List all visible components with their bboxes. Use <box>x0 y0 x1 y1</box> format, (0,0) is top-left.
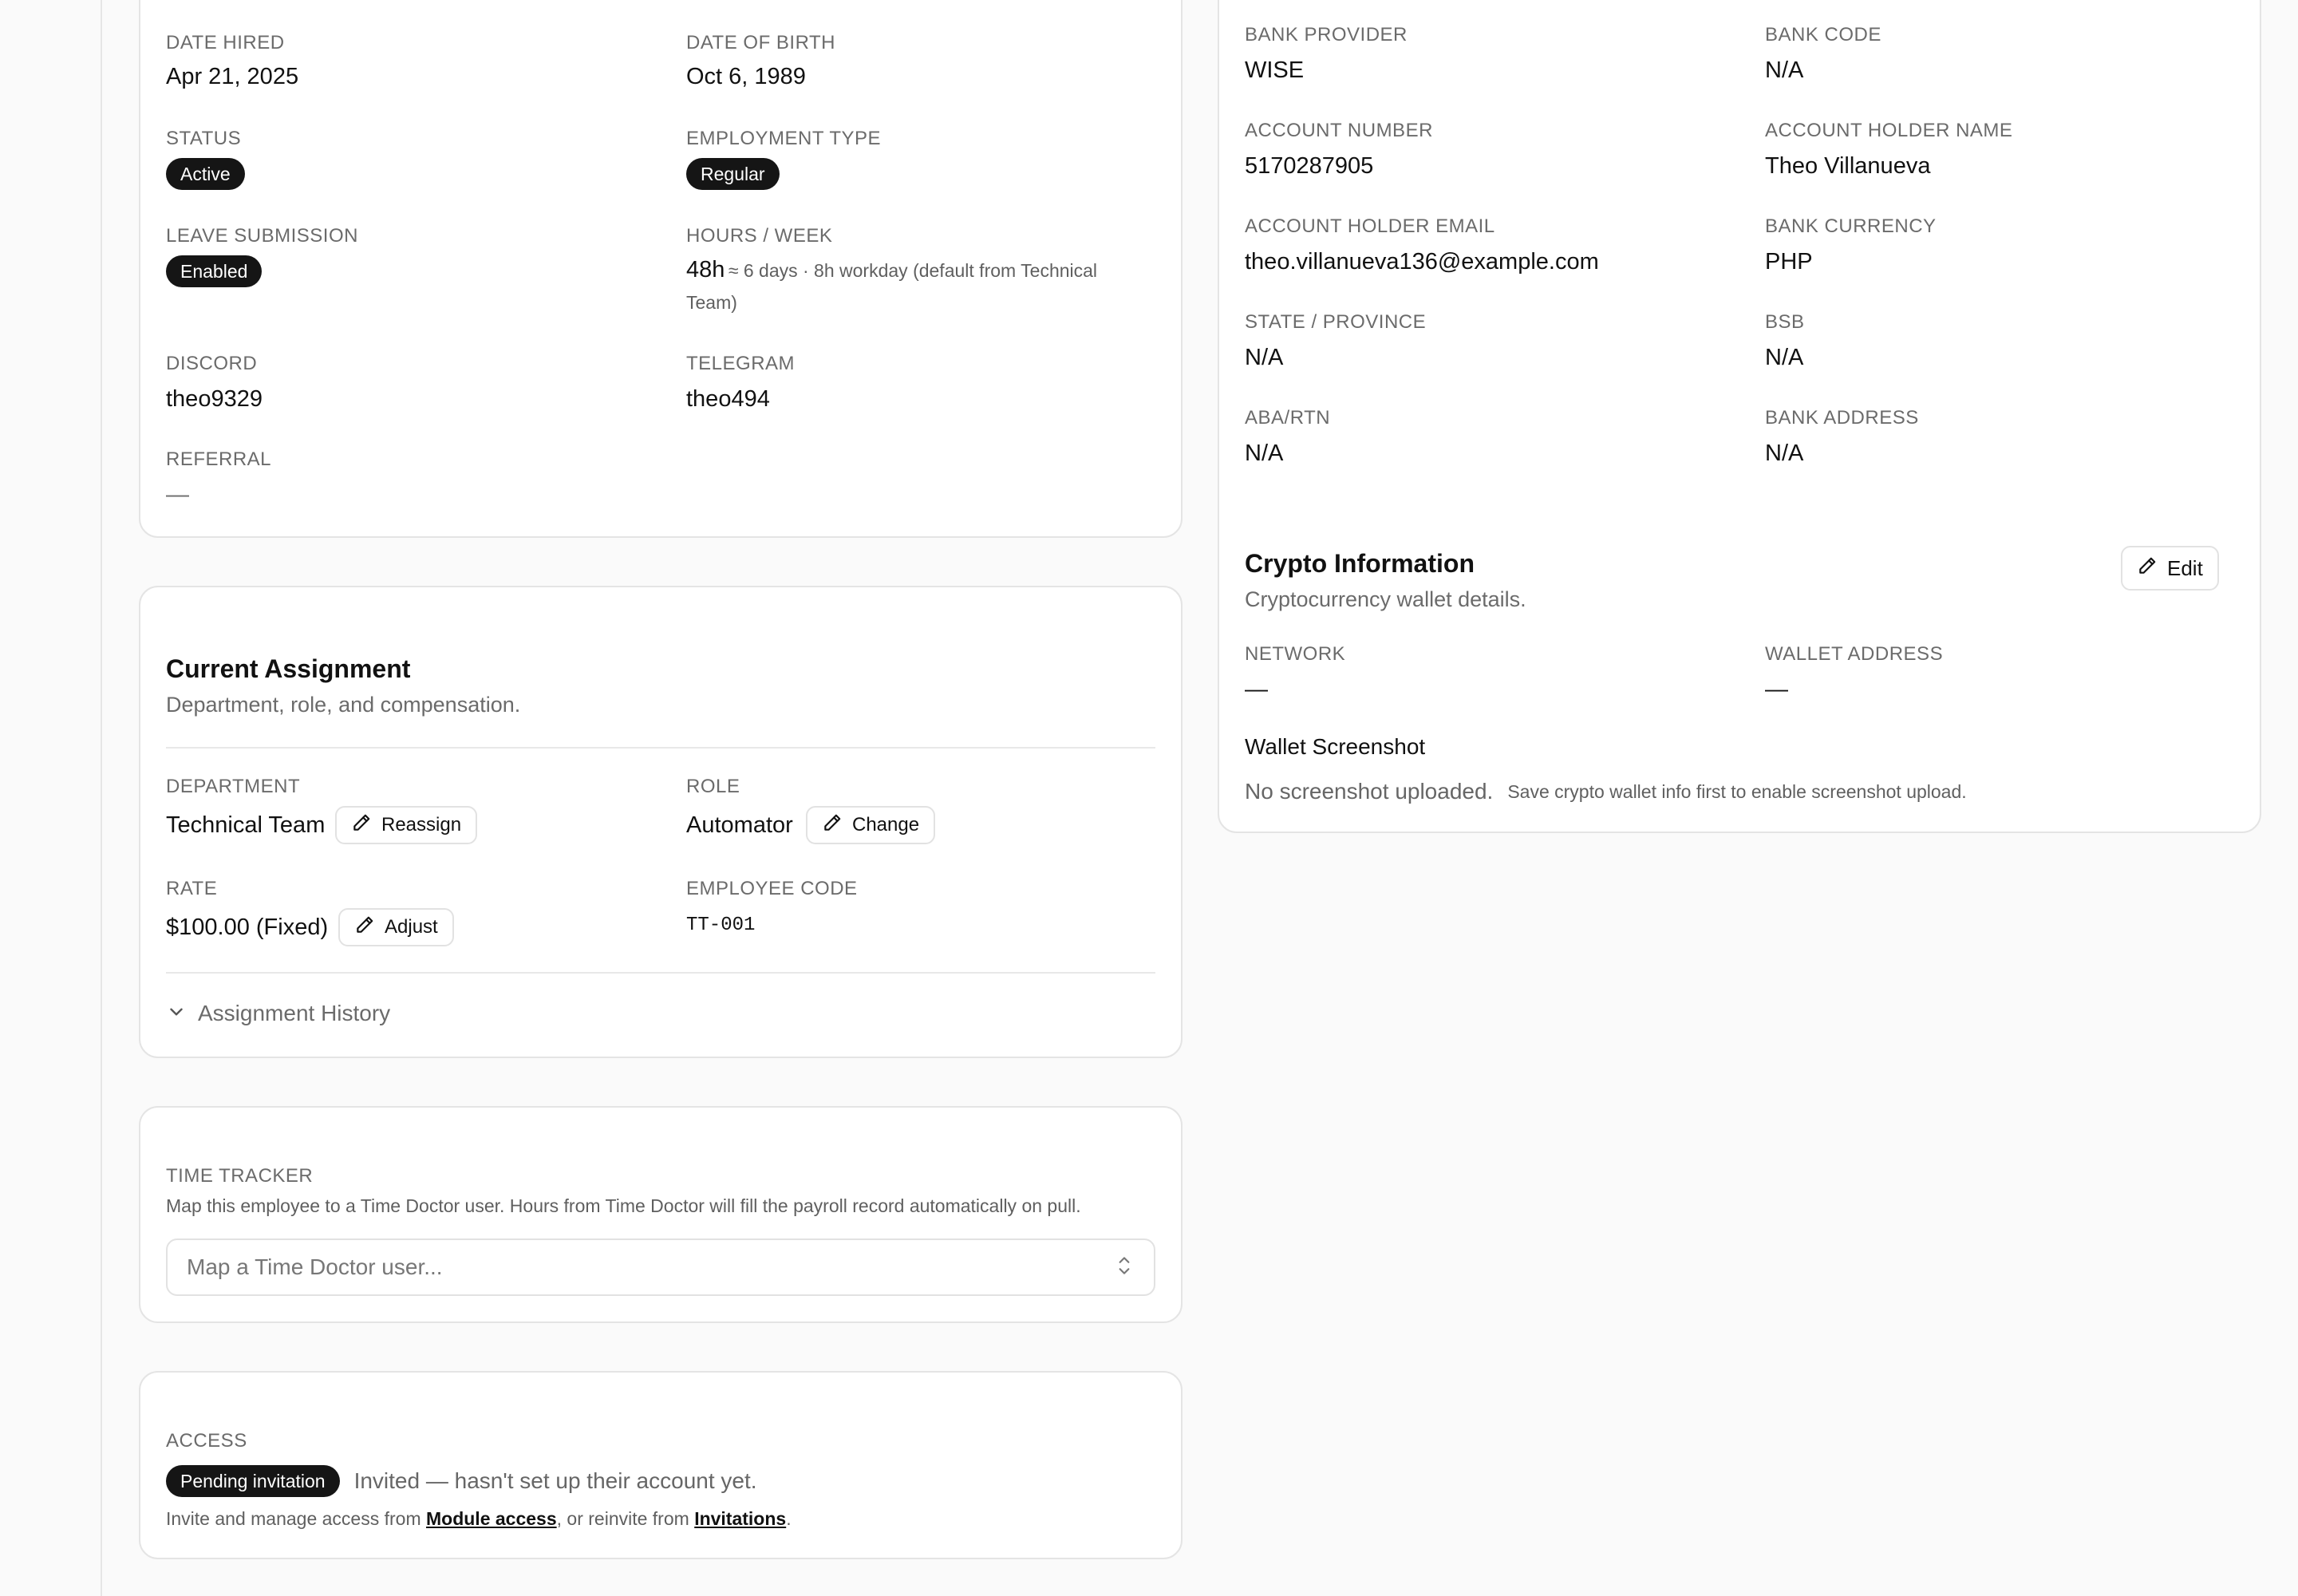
assignment-title: Current Assignment <box>166 654 411 683</box>
bank-address-value: N/A <box>1765 440 1804 466</box>
pencil-icon <box>822 812 843 839</box>
telegram-value: theo494 <box>686 386 770 412</box>
department-value: Technical Team <box>166 812 326 838</box>
account-holder-email-value: theo.villanueva136@example.com <box>1245 249 1599 275</box>
role-label: ROLE <box>686 776 740 797</box>
adjust-label: Adjust <box>385 916 438 938</box>
account-number-value: 5170287905 <box>1245 153 1374 179</box>
rate-value: $100.00 (Fixed) <box>166 915 329 940</box>
leave-submission-label: LEAVE SUBMISSION <box>166 225 358 247</box>
status-badge: Active <box>166 158 245 190</box>
referral-value: — <box>166 482 189 508</box>
access-note-suffix: . <box>786 1508 792 1529</box>
aba-rtn-label: ABA/RTN <box>1245 407 1331 429</box>
access-note: Invite and manage access from Module acc… <box>166 1508 792 1530</box>
employment-type-badge: Regular <box>686 158 780 190</box>
account-holder-name-label: ACCOUNT HOLDER NAME <box>1765 120 2013 141</box>
assignment-subtitle: Department, role, and compensation. <box>166 693 521 717</box>
discord-label: DISCORD <box>166 353 258 374</box>
reassign-button[interactable]: Reassign <box>335 806 478 844</box>
referral-label: REFERRAL <box>166 448 272 470</box>
assignment-divider <box>166 747 1155 749</box>
pending-invitation-badge: Pending invitation <box>166 1465 340 1497</box>
crypto-edit-button[interactable]: Edit <box>2121 546 2219 591</box>
bank-provider-label: BANK PROVIDER <box>1245 24 1408 45</box>
network-label: NETWORK <box>1245 643 1346 665</box>
adjust-rate-button[interactable]: Adjust <box>338 908 454 946</box>
module-access-link[interactable]: Module access <box>426 1508 557 1529</box>
account-holder-email-label: ACCOUNT HOLDER EMAIL <box>1245 215 1495 237</box>
reassign-label: Reassign <box>381 814 462 836</box>
state-province-label: STATE / PROVINCE <box>1245 311 1427 333</box>
date-hired-value: Apr 21, 2025 <box>166 64 299 89</box>
date-hired-label: DATE HIRED <box>166 32 285 53</box>
pencil-icon <box>354 915 375 941</box>
assignment-history-toggle[interactable]: Assignment History <box>166 1001 390 1026</box>
pencil-icon <box>351 812 372 839</box>
crypto-title: Crypto Information <box>1245 549 1475 578</box>
chevron-up-down-icon <box>1114 1254 1135 1282</box>
employment-type-label: EMPLOYMENT TYPE <box>686 128 882 149</box>
bank-currency-value: PHP <box>1765 249 1813 275</box>
change-label: Change <box>852 814 920 836</box>
bsb-label: BSB <box>1765 311 1805 333</box>
rate-label: RATE <box>166 878 218 899</box>
hours-week-label: HOURS / WEEK <box>686 225 833 247</box>
assignment-history-label: Assignment History <box>198 1001 391 1025</box>
hours-week-value: 48h <box>686 257 725 282</box>
status-label: STATUS <box>166 128 242 149</box>
account-number-label: ACCOUNT NUMBER <box>1245 120 1433 141</box>
bank-code-label: BANK CODE <box>1765 24 1881 45</box>
employee-code-label: EMPLOYEE CODE <box>686 878 858 899</box>
dob-label: DATE OF BIRTH <box>686 32 835 53</box>
bsb-value: N/A <box>1765 345 1804 370</box>
time-doctor-user-select[interactable]: Map a Time Doctor user... <box>166 1238 1155 1296</box>
pencil-icon <box>2137 555 2158 582</box>
assignment-history-divider <box>166 972 1155 974</box>
access-status-text: Invited — hasn't set up their account ye… <box>353 1468 757 1493</box>
employee-code-value: TT-001 <box>686 915 756 936</box>
dob-value: Oct 6, 1989 <box>686 64 806 89</box>
network-value: — <box>1245 677 1268 702</box>
leave-submission-badge: Enabled <box>166 255 263 287</box>
crypto-edit-label: Edit <box>2167 555 2203 580</box>
sidebar-border <box>101 0 102 1596</box>
time-tracker-label: TIME TRACKER <box>166 1165 314 1187</box>
time-doctor-select-placeholder: Map a Time Doctor user... <box>187 1254 443 1279</box>
change-role-button[interactable]: Change <box>806 806 936 844</box>
role-value: Automator <box>686 812 793 838</box>
wallet-screenshot-title: Wallet Screenshot <box>1245 734 1426 759</box>
discord-value: theo9329 <box>166 386 263 412</box>
no-screenshot-text: No screenshot uploaded. <box>1245 779 1494 804</box>
telegram-label: TELEGRAM <box>686 353 796 374</box>
account-holder-name-value: Theo Villanueva <box>1765 153 1931 179</box>
bank-address-label: BANK ADDRESS <box>1765 407 1919 429</box>
time-tracker-description: Map this employee to a Time Doctor user.… <box>166 1195 1081 1216</box>
crypto-subtitle: Cryptocurrency wallet details. <box>1245 587 1526 611</box>
hours-week-note-cont: Team) <box>686 292 737 313</box>
bank-code-value: N/A <box>1765 57 1804 83</box>
wallet-address-label: WALLET ADDRESS <box>1765 643 1944 665</box>
chevron-down-icon <box>166 1001 187 1026</box>
screenshot-hint: Save crypto wallet info first to enable … <box>1507 780 1967 802</box>
aba-rtn-value: N/A <box>1245 440 1284 466</box>
department-label: DEPARTMENT <box>166 776 301 797</box>
wallet-address-value: — <box>1765 677 1788 702</box>
hours-week-note: ≈ 6 days · 8h workday (default from Tech… <box>728 260 1098 281</box>
access-note-middle: , or reinvite from <box>556 1508 695 1529</box>
bank-currency-label: BANK CURRENCY <box>1765 215 1937 237</box>
access-note-prefix: Invite and manage access from <box>166 1508 426 1529</box>
invitations-link[interactable]: Invitations <box>694 1508 786 1529</box>
state-province-value: N/A <box>1245 345 1284 370</box>
access-label: ACCESS <box>166 1430 247 1452</box>
bank-provider-value: WISE <box>1245 57 1305 83</box>
